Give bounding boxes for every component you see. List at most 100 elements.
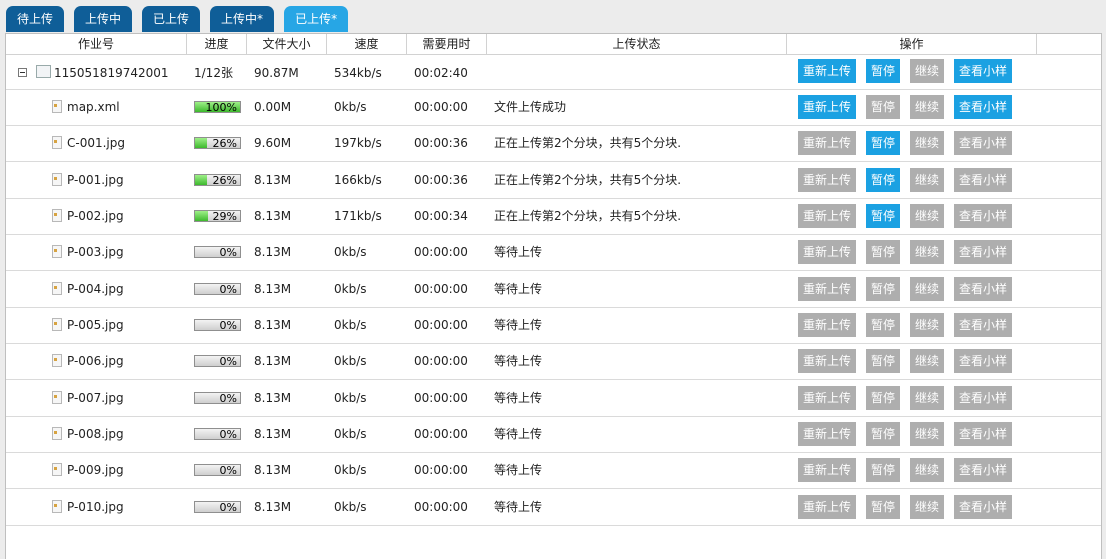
resume-button[interactable]: 继续 xyxy=(910,276,944,301)
file-size: 8.13M xyxy=(254,245,292,260)
pause-button[interactable]: 暂停 xyxy=(866,458,900,483)
file-size: 8.13M xyxy=(254,209,292,223)
preview-button[interactable]: 查看小样 xyxy=(954,276,1012,301)
resume-button[interactable]: 继续 xyxy=(910,458,944,483)
pause-button[interactable]: 暂停 xyxy=(866,313,900,337)
tab-uploaded[interactable]: 已上传 xyxy=(142,6,201,32)
preview-button[interactable]: 查看小样 xyxy=(954,59,1012,83)
reupload-button[interactable]: 重新上传 xyxy=(798,131,856,156)
pause-button[interactable]: 暂停 xyxy=(866,95,900,119)
preview-button[interactable]: 查看小样 xyxy=(954,458,1012,483)
col-actions[interactable]: 操作 xyxy=(787,34,1037,54)
reupload-button[interactable]: 重新上传 xyxy=(798,385,856,410)
file-name: P-001.jpg xyxy=(67,172,124,187)
resume-button[interactable]: 继续 xyxy=(910,167,944,192)
progress-bar: 0% xyxy=(194,500,241,513)
pause-button[interactable]: 暂停 xyxy=(866,349,900,374)
file-size: 8.13M xyxy=(254,318,292,332)
col-time[interactable]: 需要用时 xyxy=(407,34,487,54)
reupload-button[interactable]: 重新上传 xyxy=(798,349,856,374)
reupload-button[interactable]: 重新上传 xyxy=(798,458,856,483)
pause-button[interactable]: 暂停 xyxy=(866,385,900,410)
preview-button[interactable]: 查看小样 xyxy=(954,494,1012,519)
resume-button[interactable]: 继续 xyxy=(910,95,944,119)
progress-bar: 0% xyxy=(194,428,241,440)
job-row[interactable]: 115051819742001 1/12张 90.87M 534kb/s 00:… xyxy=(6,54,1101,90)
file-name: P-009.jpg xyxy=(67,463,124,478)
col-progress[interactable]: 进度 xyxy=(187,34,247,54)
file-time: 00:00:34 xyxy=(414,209,468,223)
tab-bar: 待上传 上传中 已上传 上传中* 已上传* xyxy=(6,6,349,32)
reupload-button[interactable]: 重新上传 xyxy=(798,313,856,337)
resume-button[interactable]: 继续 xyxy=(910,131,944,156)
tab-uploaded-star[interactable]: 已上传* xyxy=(284,6,349,32)
file-row[interactable]: map.xml 100% 0.00M 0kb/s 00:00:00 文件上传成功 重新上传暂… xyxy=(6,90,1101,126)
pause-button[interactable]: 暂停 xyxy=(866,131,900,156)
file-name: P-006.jpg xyxy=(67,354,124,369)
preview-button[interactable]: 查看小样 xyxy=(954,240,1012,265)
progress-percent: 0% xyxy=(219,282,237,295)
progress-percent: 0% xyxy=(219,319,237,331)
pause-button[interactable]: 暂停 xyxy=(866,276,900,301)
file-status: 等待上传 xyxy=(494,354,543,369)
file-row[interactable]: P-006.jpg 0% 8.13M 0kb/s 00:00:00 等待上传 重新上传 暂停继… xyxy=(6,344,1101,381)
tab-uploading[interactable]: 上传中 xyxy=(74,6,133,32)
file-time: 00:00:00 xyxy=(414,100,468,114)
file-speed: 0kb/s xyxy=(334,463,367,478)
preview-button[interactable]: 查看小样 xyxy=(954,385,1012,410)
preview-button[interactable]: 查看小样 xyxy=(954,313,1012,337)
file-row[interactable]: P-007.jpg 0% 8.13M 0kb/s 00:00:00 等待上传 重新上传 暂停继… xyxy=(6,381,1101,417)
pause-button[interactable]: 暂停 xyxy=(866,204,900,228)
tab-pending[interactable]: 待上传 xyxy=(6,6,65,32)
file-row[interactable]: P-003.jpg 0% 8.13M 0kb/s 00:00:00 等待上传 重新上传 暂停继… xyxy=(6,235,1101,272)
file-row[interactable]: P-010.jpg 0% 8.13M 0kb/s 00:00:00 等待上传 重新上传 暂停继… xyxy=(6,490,1101,526)
progress-bar: 26% xyxy=(194,173,241,186)
file-icon xyxy=(52,390,62,404)
file-status: 正在上传第2个分块，共有5个分块. xyxy=(494,209,682,223)
file-status: 等待上传 xyxy=(494,245,543,260)
file-row[interactable]: P-002.jpg 29% 8.13M 171kb/s 00:00:34 正在上传第2个分… xyxy=(6,199,1101,235)
resume-button[interactable]: 继续 xyxy=(910,59,944,83)
progress-bar: 0% xyxy=(194,282,241,295)
resume-button[interactable]: 继续 xyxy=(910,349,944,374)
resume-button[interactable]: 继续 xyxy=(910,240,944,265)
preview-button[interactable]: 查看小样 xyxy=(954,131,1012,156)
resume-button[interactable]: 继续 xyxy=(910,422,944,446)
progress-bar: 0% xyxy=(194,391,241,404)
preview-button[interactable]: 查看小样 xyxy=(954,167,1012,192)
col-job-no[interactable]: 作业号 xyxy=(6,34,187,54)
pause-button[interactable]: 暂停 xyxy=(866,167,900,192)
preview-button[interactable]: 查看小样 xyxy=(954,95,1012,119)
pause-button[interactable]: 暂停 xyxy=(866,494,900,519)
preview-button[interactable]: 查看小样 xyxy=(954,422,1012,446)
file-row[interactable]: P-008.jpg 0% 8.13M 0kb/s 00:00:00 等待上传 重新上传 暂停继… xyxy=(6,417,1101,453)
collapse-icon[interactable] xyxy=(18,68,27,77)
pause-button[interactable]: 暂停 xyxy=(866,422,900,446)
file-row[interactable]: P-009.jpg 0% 8.13M 0kb/s 00:00:00 等待上传 重新上传 暂停继… xyxy=(6,453,1101,490)
pause-button[interactable]: 暂停 xyxy=(866,240,900,265)
resume-button[interactable]: 继续 xyxy=(910,385,944,410)
resume-button[interactable]: 继续 xyxy=(910,494,944,519)
file-speed: 0kb/s xyxy=(334,390,367,405)
col-speed[interactable]: 速度 xyxy=(327,34,407,54)
reupload-button[interactable]: 重新上传 xyxy=(798,276,856,301)
file-row[interactable]: C-001.jpg 26% 9.60M 197kb/s 00:00:36 正在上传第2个分… xyxy=(6,126,1101,163)
resume-button[interactable]: 继续 xyxy=(910,204,944,228)
col-status[interactable]: 上传状态 xyxy=(487,34,787,54)
reupload-button[interactable]: 重新上传 xyxy=(798,204,856,228)
file-row[interactable]: P-005.jpg 0% 8.13M 0kb/s 00:00:00 等待上传 重新上传 暂停继… xyxy=(6,308,1101,344)
resume-button[interactable]: 继续 xyxy=(910,313,944,337)
reupload-button[interactable]: 重新上传 xyxy=(798,422,856,446)
reupload-button[interactable]: 重新上传 xyxy=(798,167,856,192)
reupload-button[interactable]: 重新上传 xyxy=(798,240,856,265)
reupload-button[interactable]: 重新上传 xyxy=(798,494,856,519)
preview-button[interactable]: 查看小样 xyxy=(954,349,1012,374)
reupload-button[interactable]: 重新上传 xyxy=(798,59,856,83)
reupload-button[interactable]: 重新上传 xyxy=(798,95,856,119)
file-row[interactable]: P-004.jpg 0% 8.13M 0kb/s 00:00:00 等待上传 重新上传 暂停继… xyxy=(6,272,1101,308)
tab-uploading-star[interactable]: 上传中* xyxy=(210,6,275,32)
file-row[interactable]: P-001.jpg 26% 8.13M 166kb/s 00:00:36 正在上传第2个分… xyxy=(6,163,1101,199)
col-size[interactable]: 文件大小 xyxy=(247,34,327,54)
pause-button[interactable]: 暂停 xyxy=(866,59,900,83)
preview-button[interactable]: 查看小样 xyxy=(954,204,1012,228)
